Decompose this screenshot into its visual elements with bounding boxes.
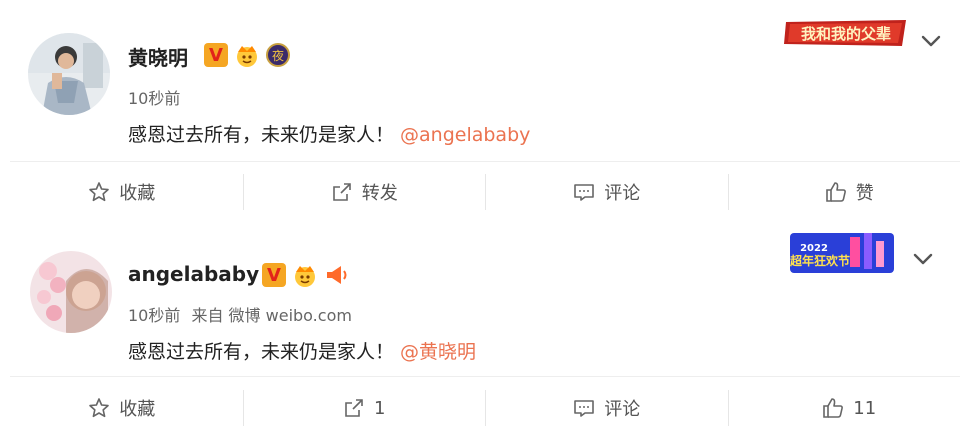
campaign-text: 我和我的父辈 <box>801 25 891 43</box>
divider <box>10 376 960 377</box>
post-meta: 10秒前 来自 微博 weibo.com <box>128 302 352 326</box>
user-badges: V <box>262 262 350 288</box>
verified-badge-icon[interactable]: V <box>204 43 228 67</box>
campaign-year: 2022 <box>800 243 828 254</box>
like-button[interactable]: 赞 <box>727 172 970 212</box>
action-bar: 收藏 1 评论 11 <box>0 388 970 428</box>
crown-vip-icon[interactable] <box>292 262 318 288</box>
post-card: 黄晓明 V 夜 10秒前 感恩过去所有，未来仍是家人！ @angelababy 我… <box>0 0 970 222</box>
avatar[interactable] <box>28 33 110 115</box>
comment-button[interactable]: 评论 <box>485 388 728 428</box>
post-source[interactable]: 来自 微博 weibo.com <box>191 306 351 325</box>
verified-badge-icon[interactable]: V <box>262 263 286 287</box>
chevron-down-icon[interactable] <box>912 252 934 266</box>
post-meta: 10秒前 <box>128 85 180 109</box>
campaign-text: 超年狂欢节 <box>789 253 850 268</box>
star-icon <box>89 182 110 202</box>
post-text: 感恩过去所有，未来仍是家人！ @黄晓明 <box>128 337 476 364</box>
post-text: 感恩过去所有，未来仍是家人！ @angelababy <box>128 120 530 147</box>
post-body: 感恩过去所有，未来仍是家人！ <box>128 341 395 363</box>
repost-count: 1 <box>374 397 386 419</box>
thumb-up-icon <box>825 182 846 202</box>
post-card: angelababy V 10秒前 来自 微博 weibo.com 感恩过去所有… <box>0 222 970 446</box>
share-icon <box>345 399 363 417</box>
author-name[interactable]: angelababy <box>128 262 259 286</box>
favorite-button[interactable]: 收藏 <box>0 388 243 428</box>
favorite-label: 收藏 <box>119 183 156 204</box>
favorite-label: 收藏 <box>119 399 156 420</box>
like-count: 11 <box>853 397 877 419</box>
author-name[interactable]: 黄晓明 <box>128 42 188 71</box>
post-time[interactable]: 10秒前 <box>128 306 180 325</box>
campaign-card-decoration[interactable]: 2022 超年狂欢节 <box>788 229 896 275</box>
night-badge-icon[interactable]: 夜 <box>266 43 290 67</box>
post-body: 感恩过去所有，未来仍是家人！ <box>128 124 395 146</box>
like-button[interactable]: 11 <box>727 388 970 428</box>
repost-label: 转发 <box>361 183 398 204</box>
share-icon <box>332 183 351 201</box>
favorite-button[interactable]: 收藏 <box>0 172 243 212</box>
crown-vip-icon[interactable] <box>234 42 260 68</box>
comment-label: 评论 <box>604 183 641 204</box>
post-time[interactable]: 10秒前 <box>128 89 180 108</box>
like-label: 赞 <box>855 183 874 204</box>
comment-label: 评论 <box>604 399 641 420</box>
mention-link[interactable]: @angelababy <box>400 124 530 146</box>
divider <box>10 161 960 162</box>
mention-link[interactable]: @黄晓明 <box>400 341 476 363</box>
comment-icon <box>574 184 595 201</box>
thumb-up-icon <box>823 398 844 418</box>
comment-button[interactable]: 评论 <box>485 172 728 212</box>
avatar[interactable] <box>30 251 112 333</box>
repost-button[interactable]: 1 <box>242 388 486 428</box>
repost-button[interactable]: 转发 <box>242 172 486 212</box>
campaign-card-decoration[interactable]: 我和我的父辈 <box>782 18 910 48</box>
user-badges: V 夜 <box>204 42 290 68</box>
action-bar: 收藏 转发 评论 赞 <box>0 172 970 212</box>
megaphone-icon[interactable] <box>324 263 350 287</box>
chevron-down-icon[interactable] <box>920 34 942 48</box>
star-icon <box>89 398 110 418</box>
comment-icon <box>574 400 595 417</box>
